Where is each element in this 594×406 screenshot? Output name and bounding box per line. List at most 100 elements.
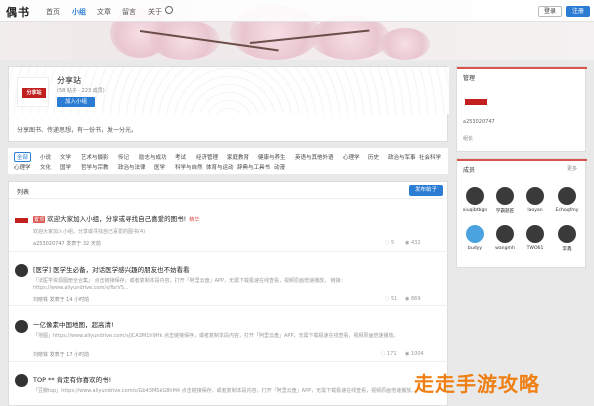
group-stats: (58 帖子 · 223 成员): [57, 88, 105, 94]
tag-item[interactable]: 健康与养生: [258, 153, 286, 161]
member-item[interactable]: TWO61: [521, 225, 549, 251]
avatar: [466, 187, 484, 205]
tag-item[interactable]: 文化: [40, 163, 51, 171]
tag-all[interactable]: 全部: [14, 152, 32, 162]
admin-username[interactable]: a253020747: [463, 119, 495, 125]
post-meta: a253020747 发表于 32 天前: [33, 241, 101, 247]
member-name: Echoqfmy: [555, 208, 579, 213]
post-title[interactable]: 置顶 欢迎大家加入小组，分享或寻找自己喜爱的图书! 精华: [33, 213, 200, 223]
post-item[interactable]: TOP ** 肯定有你喜欢的书! 「豆瓣top」https://www.aliy…: [9, 366, 449, 406]
author-avatar: [15, 214, 28, 227]
top-nav: 偶书 首页 小组 文章 留言 关于 登录 注册: [0, 0, 594, 22]
search-icon[interactable]: [165, 6, 173, 14]
post-item[interactable]: 一亿像素中国地图，超高清! 「地图」https://www.aliyundriv…: [9, 310, 449, 362]
tag-item[interactable]: 科学与自然: [175, 163, 203, 171]
card-accent: [457, 159, 587, 161]
member-item[interactable]: laoyan: [521, 187, 549, 213]
tag-item[interactable]: 历史: [368, 153, 379, 161]
member-item[interactable]: Echoqfmy: [553, 187, 581, 213]
join-group-button[interactable]: 加入小组: [57, 97, 95, 107]
member-name: TWO61: [526, 246, 544, 251]
tag-item[interactable]: 英语与其他外语: [295, 153, 334, 161]
post-title-text[interactable]: 欢迎大家加入小组，分享或寻找自己喜爱的图书!: [47, 215, 186, 223]
tag-item[interactable]: 社会科学: [419, 153, 441, 161]
tag-item[interactable]: 家庭教育: [227, 153, 249, 161]
tag-item[interactable]: 经济管理: [196, 153, 218, 161]
tag-item[interactable]: 政治与法律: [118, 163, 146, 171]
watermark-text: 走走手游攻略: [414, 372, 540, 396]
tag-item[interactable]: 哲学与宗教: [81, 163, 109, 171]
tag-item[interactable]: 医学: [154, 163, 165, 171]
category-tags: 全部 小说 文学 艺术与摄影 传记 励志与成功 考试 经济管理 家庭教育 健康与…: [8, 148, 448, 174]
members-card: 成员 更多 xiuqibtbgn 学霸题匠 laoyan Echoqfmy bu…: [456, 158, 587, 268]
avatar: [496, 187, 514, 205]
admin-avatar[interactable]: [465, 95, 487, 109]
new-post-button[interactable]: 发布帖子: [409, 185, 443, 196]
register-button[interactable]: 注册: [566, 6, 590, 17]
view-count: ◉ 869: [405, 296, 421, 302]
member-name: 李鑫: [562, 247, 572, 252]
tag-item[interactable]: 考试: [175, 153, 186, 161]
nav-group[interactable]: 小组: [72, 7, 86, 17]
view-count: ◉ 432: [405, 240, 421, 246]
admin-role: 组长: [463, 136, 474, 142]
group-avatar: 分享站: [17, 77, 49, 107]
avatar: [558, 187, 576, 205]
member-item[interactable]: budyy: [461, 225, 489, 251]
group-avatar-seal: 分享站: [22, 88, 46, 98]
tag-item[interactable]: 心理学: [343, 153, 360, 161]
avatar: [558, 225, 576, 243]
post-title[interactable]: [医学] 医学生必备，对话医学感兴趣的朋友也不妨看看: [33, 264, 190, 274]
avatar: [526, 225, 544, 243]
reply-count: ◌ 171: [381, 351, 397, 357]
nav-articles[interactable]: 文章: [97, 7, 111, 17]
nav-home[interactable]: 首页: [46, 7, 60, 17]
avatar: [466, 225, 484, 243]
post-list: 列表 发布帖子 置顶 欢迎大家加入小组，分享或寻找自己喜爱的图书! 精华 欢迎大…: [8, 181, 449, 406]
post-item[interactable]: 置顶 欢迎大家加入小组，分享或寻找自己喜爱的图书! 精华 欢迎大家加入小组，分享…: [9, 204, 449, 252]
login-button[interactable]: 登录: [538, 6, 562, 17]
nav-about[interactable]: 关于: [148, 7, 162, 17]
tag-item[interactable]: 国学: [60, 163, 71, 171]
post-excerpt: 「法医学资源图册全合集」 点击链接保存，或者复制本段内容，打开「阿里云盘」APP…: [33, 278, 346, 284]
tag-item[interactable]: 文学: [60, 153, 71, 161]
nav-messages[interactable]: 留言: [122, 7, 136, 17]
post-list-title: 列表: [17, 189, 30, 196]
member-item[interactable]: wangmh: [491, 225, 519, 251]
group-card: 分享站 分享站 (58 帖子 · 223 成员) 加入小组 分享图书、传递思想，…: [8, 66, 449, 142]
tag-item[interactable]: 体育与运动: [206, 163, 234, 171]
tag-item[interactable]: 艺术与摄影: [81, 153, 109, 161]
tag-item[interactable]: 心理学: [14, 163, 31, 171]
post-list-header: 列表 发布帖子: [9, 182, 449, 199]
author-avatar: [15, 320, 28, 333]
tag-item[interactable]: 辞典与工具书: [237, 163, 270, 171]
tag-item[interactable]: 动漫: [274, 163, 285, 171]
pinned-badge: 置顶: [33, 215, 46, 223]
tag-item[interactable]: 传记: [118, 153, 129, 161]
card-accent: [457, 67, 587, 69]
post-item[interactable]: [医学] 医学生必备，对话医学感兴趣的朋友也不妨看看 「法医学资源图册全合集」 …: [9, 254, 449, 306]
group-description: 分享图书、传递思想，有一份书，发一分光。: [17, 127, 138, 134]
post-excerpt-link[interactable]: https://www.aliyundrive.com/s/fbrVS...: [33, 285, 129, 291]
member-name: xiuqibtbgn: [462, 208, 488, 213]
author-avatar: [15, 374, 28, 387]
tag-item[interactable]: 励志与成功: [139, 153, 167, 161]
post-title[interactable]: 一亿像素中国地图，超高清!: [33, 319, 114, 329]
post-excerpt: 「豆瓣top」https://www.aliyundrive.com/s/Gb4…: [33, 388, 417, 394]
site-logo[interactable]: 偶书: [6, 4, 30, 20]
reply-count: ◌ 5: [385, 240, 395, 246]
members-title: 成员: [463, 167, 476, 174]
post-title[interactable]: TOP ** 肯定有你喜欢的书!: [33, 374, 111, 384]
tag-item[interactable]: 政治与军事: [388, 153, 416, 161]
tag-item[interactable]: 小说: [40, 153, 51, 161]
member-item[interactable]: xiuqibtbgn: [461, 187, 489, 213]
post-excerpt: 欢迎大家加入小组，分享或寻找自己喜爱的图书(4): [33, 229, 146, 235]
member-name: 学霸题匠: [495, 209, 515, 214]
member-name: wangmh: [495, 246, 515, 251]
member-item[interactable]: 李鑫: [553, 225, 581, 252]
group-name: 分享站: [57, 76, 81, 85]
author-avatar: [15, 264, 28, 277]
post-meta: 刘晓铁 发表于 14 小时前: [33, 297, 90, 303]
member-item[interactable]: 学霸题匠: [491, 187, 519, 214]
members-more-link[interactable]: 更多: [567, 165, 577, 172]
